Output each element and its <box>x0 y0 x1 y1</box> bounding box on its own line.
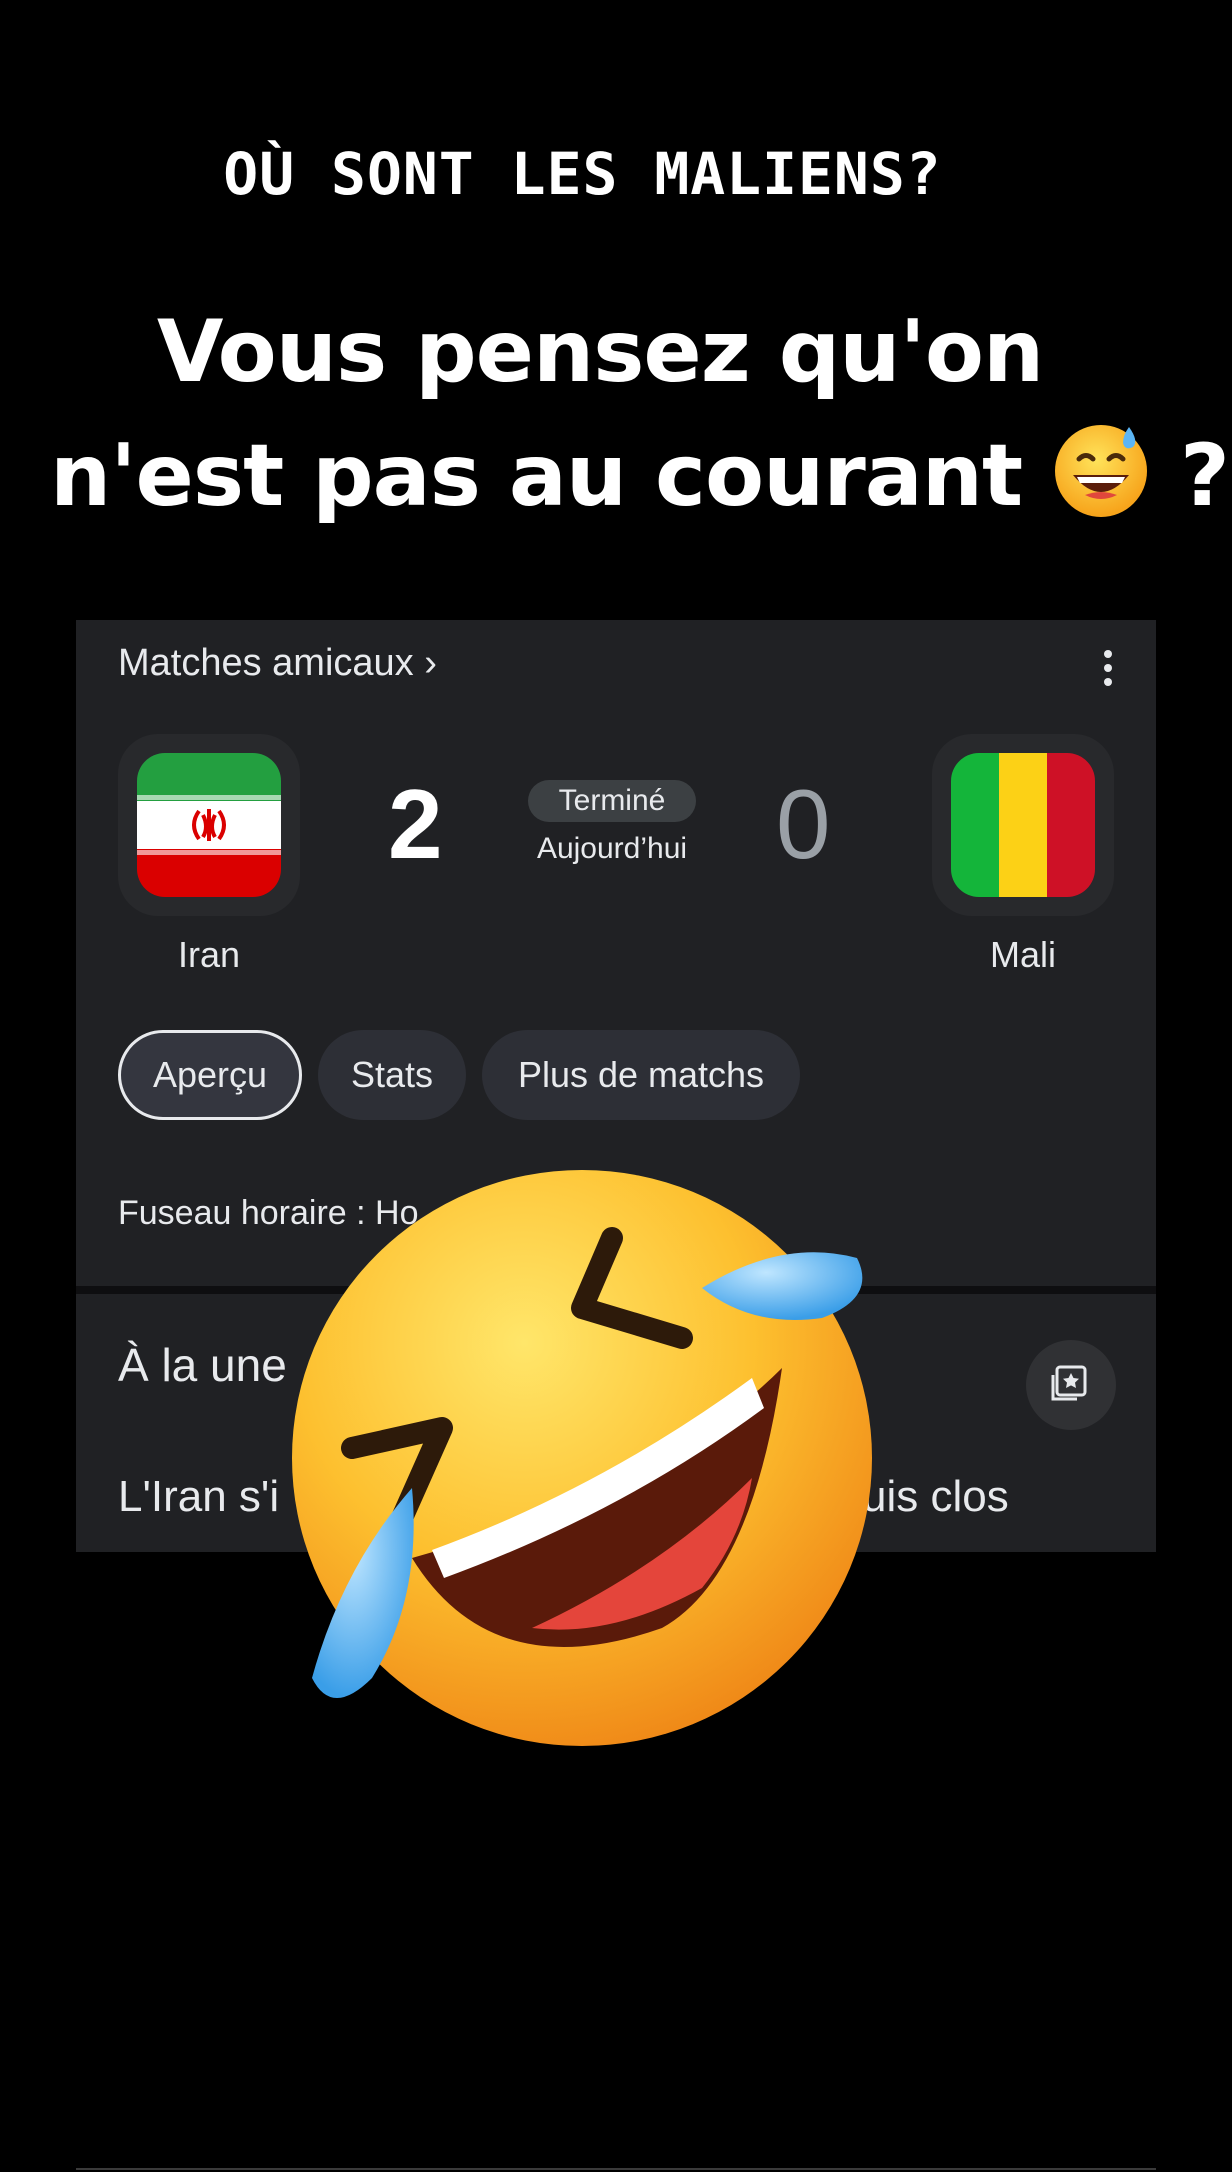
bottom-divider <box>76 2168 1156 2170</box>
home-score: 2 <box>388 769 443 879</box>
match-date: Aujourd’hui <box>536 832 688 865</box>
rolling-on-the-floor-laughing-icon <box>292 1170 872 1746</box>
tab-stats[interactable]: Stats <box>318 1030 466 1120</box>
caption-line-2-text: n'est pas au courant <box>50 426 1023 526</box>
more-vert-icon[interactable] <box>1102 650 1114 686</box>
grinning-face-with-sweat-icon <box>1055 425 1148 517</box>
match-status-badge: Terminé <box>528 780 696 822</box>
away-team-name[interactable]: Mali <box>923 934 1123 976</box>
tab-apercu[interactable]: Aperçu <box>118 1030 302 1120</box>
tab-plus-de-matchs[interactable]: Plus de matchs <box>482 1030 800 1120</box>
away-score: 0 <box>776 769 831 879</box>
headline-text: OÙ SONT LES MALIENS? <box>223 140 942 208</box>
caption-line-2: n'est pas au courant ? <box>50 414 1230 538</box>
iran-flag-icon <box>137 753 281 897</box>
news-collection-icon[interactable] <box>1026 1340 1116 1430</box>
news-section-title: À la une <box>118 1339 287 1391</box>
home-team-name[interactable]: Iran <box>109 934 309 976</box>
away-team-logo[interactable] <box>932 734 1114 916</box>
home-team-logo[interactable] <box>118 734 300 916</box>
mali-flag-icon <box>951 753 1095 897</box>
caption-text: Vous pensez qu'on n'est pas au courant ? <box>50 290 1230 538</box>
competition-link[interactable]: Matches amicaux › <box>118 642 437 685</box>
caption-line-1: Vous pensez qu'on <box>156 302 1044 402</box>
caption-question-mark: ? <box>1180 426 1230 526</box>
